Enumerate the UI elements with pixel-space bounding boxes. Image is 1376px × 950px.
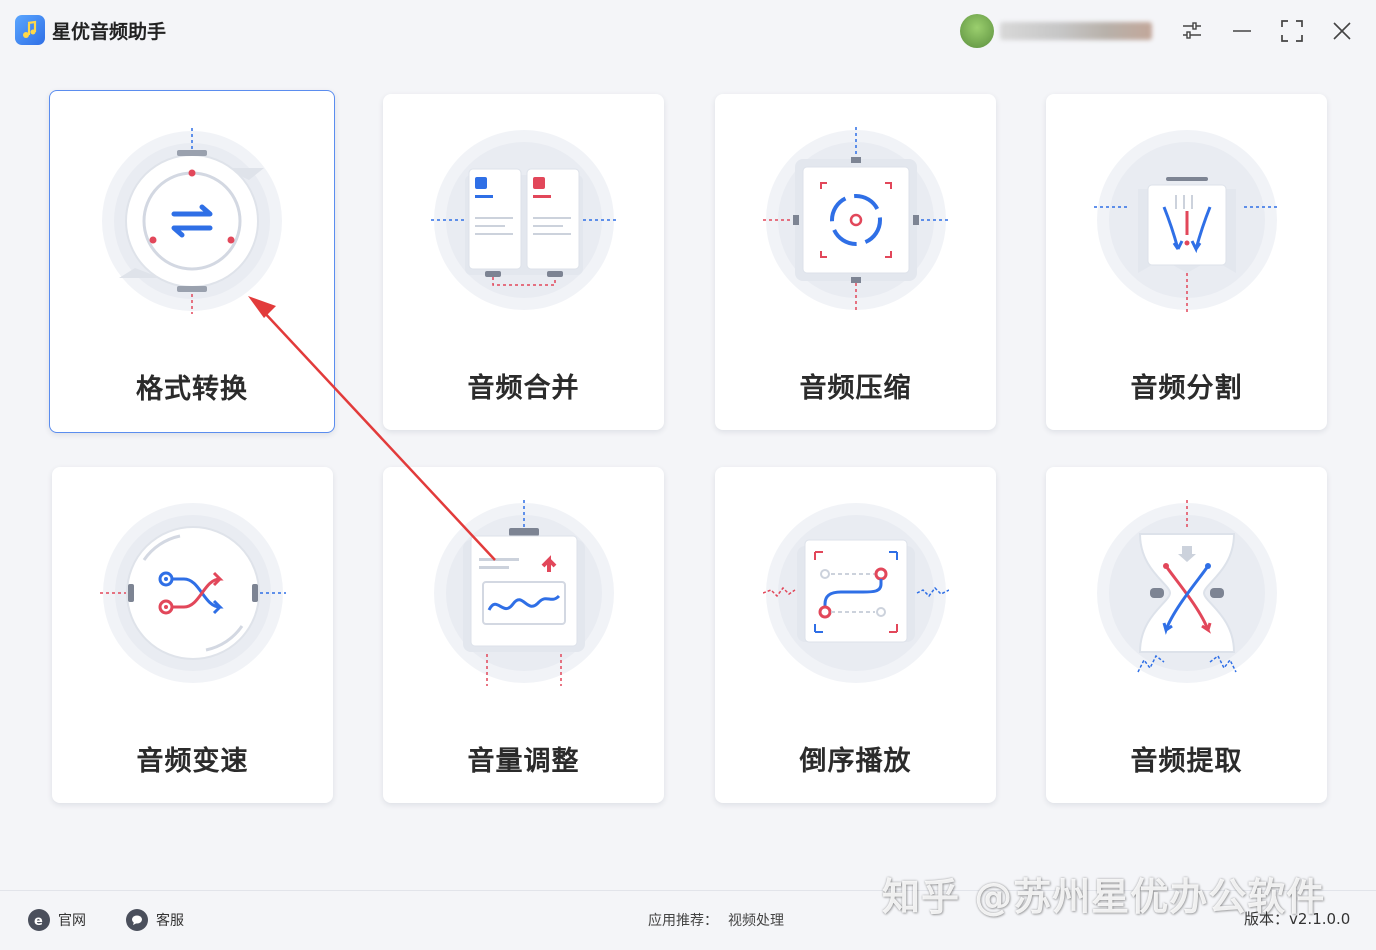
customer-service-label: 客服 [156, 913, 184, 929]
card-audio-merge[interactable]: 音频合并 [383, 94, 664, 430]
title-bar: 星优音频助手 [0, 0, 1376, 60]
card-label: 音频分割 [1130, 373, 1243, 404]
settings-sliders-icon[interactable] [1175, 14, 1209, 48]
recommend-video-link[interactable]: 视频处理 [728, 913, 784, 929]
card-label: 音频压缩 [799, 373, 912, 404]
card-audio-speed[interactable]: 音频变速 [52, 467, 333, 803]
official-site-label: 官网 [58, 913, 86, 929]
card-audio-compress[interactable]: 音频压缩 [715, 94, 996, 430]
card-volume-adjust[interactable]: 音量调整 [383, 467, 664, 803]
chat-bubble-icon [126, 909, 148, 931]
card-reverse-play[interactable]: 倒序播放 [715, 467, 996, 803]
card-format-convert[interactable]: 格式转换 [49, 90, 335, 433]
format-convert-icon [102, 128, 282, 314]
minimize-icon[interactable] [1225, 14, 1259, 48]
customer-service-link[interactable]: 客服 [126, 907, 184, 933]
card-label: 格式转换 [136, 374, 248, 405]
ie-browser-icon: e [28, 909, 50, 931]
audio-extract-icon [1096, 500, 1277, 683]
username-blurred[interactable] [1000, 22, 1152, 40]
app-title: 星优音频助手 [52, 21, 167, 43]
card-label: 音频提取 [1130, 746, 1243, 777]
user-avatar[interactable] [960, 14, 994, 48]
recommend-label: 应用推荐： [648, 913, 718, 929]
app-recommend: 应用推荐： 视频处理 [648, 910, 784, 930]
app-logo-icon [15, 15, 45, 45]
audio-split-icon [1093, 130, 1280, 313]
card-label: 音频变速 [136, 746, 249, 777]
card-label: 倒序播放 [799, 746, 912, 777]
official-site-link[interactable]: e 官网 [28, 907, 86, 933]
reverse-play-icon [762, 503, 949, 683]
card-audio-extract[interactable]: 音频提取 [1046, 467, 1327, 803]
volume-adjust-icon [433, 500, 614, 686]
version-label: 版本：v2.1.0.0 [1244, 910, 1351, 928]
close-icon[interactable] [1325, 14, 1359, 48]
svg-text:e: e [34, 914, 43, 927]
card-label: 音量调整 [467, 746, 580, 777]
maximize-icon[interactable] [1275, 14, 1309, 48]
card-label: 音频合并 [467, 373, 580, 404]
audio-compress-icon [762, 127, 949, 313]
card-audio-split[interactable]: 音频分割 [1046, 94, 1327, 430]
audio-merge-icon [430, 130, 617, 310]
audio-speed-icon [99, 503, 286, 683]
